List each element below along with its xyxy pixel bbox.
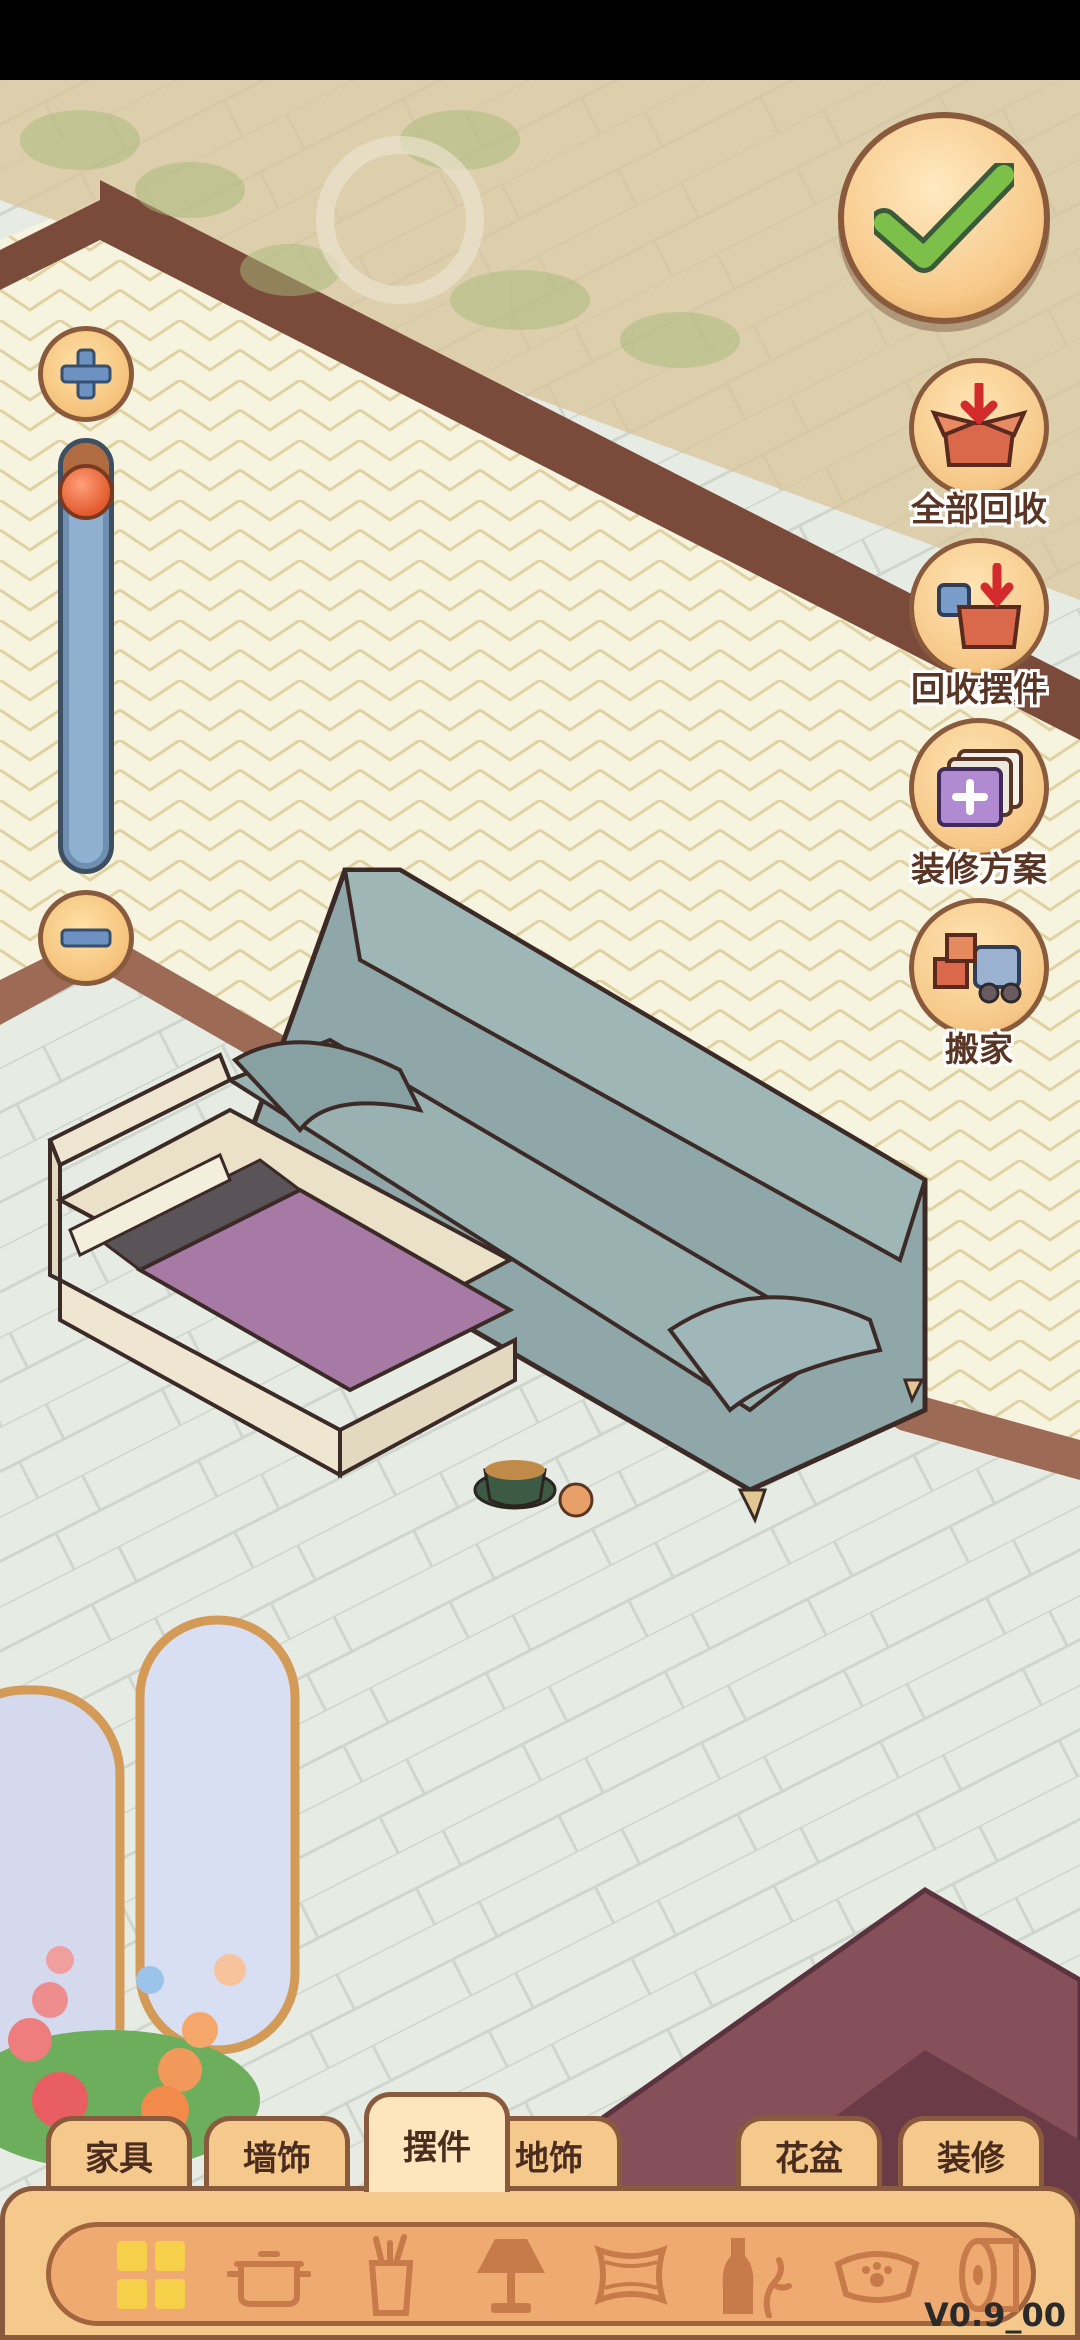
category-all[interactable] bbox=[104, 2228, 198, 2322]
status-bar bbox=[0, 0, 1080, 80]
category-pet-items[interactable] bbox=[830, 2228, 924, 2322]
grid-all-icon bbox=[117, 2241, 185, 2309]
decoration-plan-label: 装修方案 bbox=[911, 850, 1047, 890]
recycle-all-button[interactable]: 全部回收 bbox=[904, 358, 1054, 531]
checkmark-icon bbox=[874, 163, 1014, 273]
version-label: V0.9_00 bbox=[924, 2296, 1066, 2334]
pillow-icon bbox=[594, 2245, 668, 2305]
cup-utensils-icon bbox=[368, 2234, 414, 2316]
tab-renovation[interactable]: 装修 bbox=[898, 2116, 1044, 2190]
recycle-all-label: 全部回收 bbox=[911, 490, 1047, 530]
recycle-ornaments-button[interactable]: 回收摆件 bbox=[904, 538, 1054, 711]
decoration-plan-circle bbox=[909, 718, 1049, 858]
minus-icon bbox=[60, 928, 112, 948]
tab-furniture[interactable]: 家具 bbox=[46, 2116, 192, 2190]
move-house-circle bbox=[909, 898, 1049, 1038]
zoom-slider-handle[interactable] bbox=[58, 464, 114, 521]
moving-truck-icon bbox=[933, 933, 1022, 1004]
confirm-button[interactable] bbox=[838, 112, 1050, 324]
plan-cards-icon bbox=[937, 749, 1023, 827]
decoration-plan-button[interactable]: 装修方案 bbox=[904, 718, 1054, 891]
zoom-out-button[interactable] bbox=[38, 890, 134, 986]
tab-flowerpots[interactable]: 花盆 bbox=[736, 2116, 882, 2190]
cup-box-recycle-icon bbox=[937, 563, 1022, 649]
category-pillows[interactable] bbox=[584, 2228, 678, 2322]
recycle-ornaments-circle bbox=[909, 538, 1049, 678]
recycle-ornaments-label: 回收摆件 bbox=[911, 670, 1047, 710]
category-vases[interactable] bbox=[708, 2228, 802, 2322]
category-cookware[interactable] bbox=[222, 2228, 316, 2322]
box-recycle-icon bbox=[930, 383, 1028, 467]
cookware-pot-icon bbox=[227, 2251, 311, 2307]
move-house-button[interactable]: 搬家 bbox=[904, 898, 1054, 1071]
lamp-icon bbox=[477, 2239, 545, 2313]
tab-wall-decor[interactable]: 墙饰 bbox=[204, 2116, 350, 2190]
bottle-vase-icon bbox=[722, 2238, 792, 2318]
category-utensils[interactable] bbox=[344, 2228, 438, 2322]
category-lamps[interactable] bbox=[464, 2228, 558, 2322]
zoom-in-button[interactable] bbox=[38, 326, 134, 422]
move-house-label: 搬家 bbox=[945, 1030, 1013, 1070]
pet-bowl-icon bbox=[834, 2251, 920, 2303]
recycle-all-circle bbox=[909, 358, 1049, 498]
tab-decorations[interactable]: 摆件 bbox=[364, 2092, 510, 2192]
plus-icon bbox=[60, 348, 112, 400]
